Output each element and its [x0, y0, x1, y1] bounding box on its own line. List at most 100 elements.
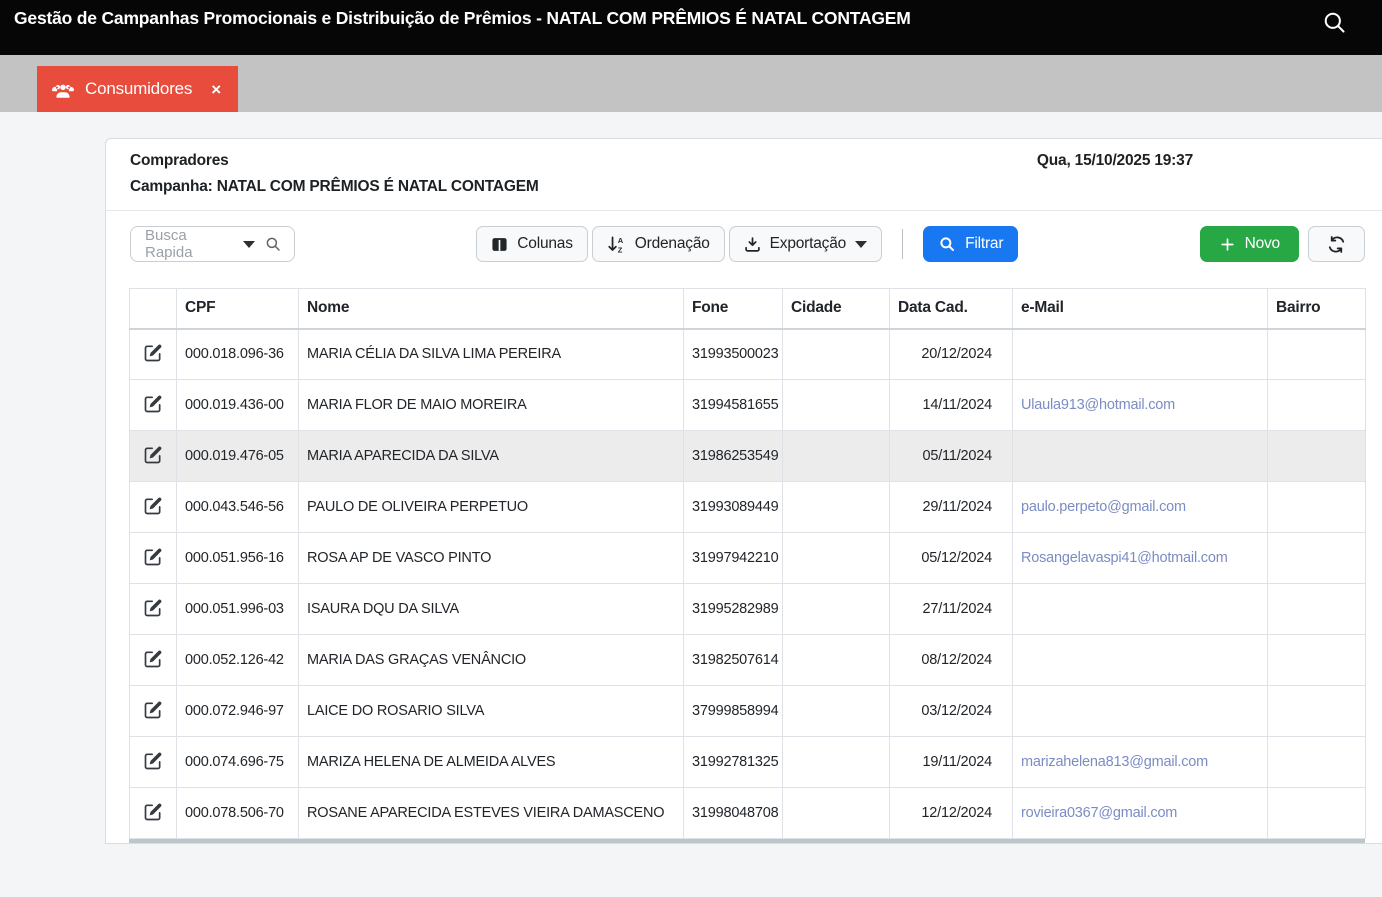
cell-cidade [783, 737, 890, 788]
edit-row-button[interactable] [141, 647, 165, 671]
cell-cpf: 000.043.546-56 [177, 482, 299, 533]
cell-cpf: 000.052.126-42 [177, 635, 299, 686]
email-link[interactable]: Ulaula913@hotmail.com [1021, 397, 1175, 413]
columns-button[interactable]: Colunas [476, 226, 587, 262]
email-link[interactable]: Rosangelavaspi41@hotmail.com [1021, 550, 1228, 566]
cell-cpf: 000.051.956-16 [177, 533, 299, 584]
cell-cidade [783, 686, 890, 737]
edit-row-button[interactable] [141, 698, 165, 722]
campaign-label: Campanha: NATAL COM PRÊMIOS É NATAL CONT… [130, 178, 539, 196]
download-icon [744, 236, 761, 253]
cell-nome: ISAURA DQU DA SILVA [299, 584, 684, 635]
new-label: Novo [1245, 235, 1280, 253]
edit-row-button[interactable] [141, 800, 165, 824]
cell-email: Rosangelavaspi41@hotmail.com [1013, 533, 1268, 584]
sort-alpha-icon: A Z [607, 235, 626, 254]
email-link[interactable]: marizahelena813@gmail.com [1021, 754, 1208, 770]
cell-cidade [783, 482, 890, 533]
cell-bairro [1268, 482, 1366, 533]
edit-row-button[interactable] [141, 494, 165, 518]
search-icon [938, 235, 956, 253]
cell-fone: 31998048708 [684, 788, 783, 839]
cell-cpf: 000.019.436-00 [177, 380, 299, 431]
toolbar-center-group: Colunas A Z Ordenação [476, 226, 1018, 262]
cell-nome: LAICE DO ROSARIO SILVA [299, 686, 684, 737]
cell-data: 19/11/2024 [890, 737, 1013, 788]
consumers-table: CPFNomeFoneCidadeData Cad.e-MailBairro 0… [129, 288, 1365, 839]
datetime-label: Qua, 15/10/2025 19:37 [1037, 152, 1193, 170]
sort-label: Ordenação [635, 235, 710, 253]
cell-nome: PAULO DE OLIVEIRA PERPETUO [299, 482, 684, 533]
filter-button[interactable]: Filtrar [923, 226, 1018, 262]
cell-data: 03/12/2024 [890, 686, 1013, 737]
email-link[interactable]: rovieira0367@gmail.com [1021, 805, 1177, 821]
export-button[interactable]: Exportação [729, 226, 882, 262]
tab-consumidores[interactable]: Consumidores × [37, 66, 238, 112]
edit-row-button[interactable] [141, 749, 165, 773]
cell-bairro [1268, 584, 1366, 635]
cell-fone: 37999858994 [684, 686, 783, 737]
app-title: Gestão de Campanhas Promocionais e Distr… [14, 8, 911, 29]
sort-button[interactable]: A Z Ordenação [592, 226, 725, 262]
content-area: Compradores Campanha: NATAL COM PRÊMIOS … [0, 112, 1382, 897]
column-header-cpf: CPF [177, 289, 299, 329]
toolbar: Busca Rapida [106, 211, 1382, 262]
table-row: 000.018.096-36MARIA CÉLIA DA SILVA LIMA … [130, 329, 1366, 380]
cell-email [1013, 635, 1268, 686]
column-header-edit [130, 289, 177, 329]
cell-edit [130, 635, 177, 686]
cell-email: paulo.perpeto@gmail.com [1013, 482, 1268, 533]
cell-email [1013, 584, 1268, 635]
edit-row-button[interactable] [141, 545, 165, 569]
panel-header: Compradores Campanha: NATAL COM PRÊMIOS … [106, 139, 1382, 211]
table-row: 000.072.946-97LAICE DO ROSARIO SILVA3799… [130, 686, 1366, 737]
cell-cidade [783, 788, 890, 839]
cell-email [1013, 329, 1268, 380]
email-link[interactable]: paulo.perpeto@gmail.com [1021, 499, 1186, 515]
new-button[interactable]: Novo [1200, 226, 1299, 262]
svg-text:A: A [617, 235, 623, 244]
refresh-button[interactable] [1308, 226, 1365, 262]
column-header-fone: Fone [684, 289, 783, 329]
header-search-icon[interactable] [1321, 9, 1348, 36]
edit-row-button[interactable] [141, 443, 165, 467]
tab-close-icon[interactable]: × [211, 81, 221, 98]
export-label: Exportação [770, 235, 846, 253]
cell-edit [130, 482, 177, 533]
cell-nome: MARIZA HELENA DE ALMEIDA ALVES [299, 737, 684, 788]
columns-icon [491, 236, 508, 253]
cell-email: marizahelena813@gmail.com [1013, 737, 1268, 788]
cell-fone: 31997942210 [684, 533, 783, 584]
svg-text:Z: Z [617, 245, 622, 254]
cell-edit [130, 686, 177, 737]
cell-email: rovieira0367@gmail.com [1013, 788, 1268, 839]
cell-data: 20/12/2024 [890, 329, 1013, 380]
cell-cpf: 000.019.476-05 [177, 431, 299, 482]
cell-edit [130, 533, 177, 584]
cell-fone: 31992781325 [684, 737, 783, 788]
table-row: 000.078.506-70ROSANE APARECIDA ESTEVES V… [130, 788, 1366, 839]
cell-edit [130, 380, 177, 431]
toolbar-divider [902, 229, 903, 259]
cell-email [1013, 431, 1268, 482]
column-header-bairro: Bairro [1268, 289, 1366, 329]
cell-nome: MARIA CÉLIA DA SILVA LIMA PEREIRA [299, 329, 684, 380]
cell-fone: 31993089449 [684, 482, 783, 533]
cell-data: 05/11/2024 [890, 431, 1013, 482]
quick-search-label: Busca Rapida [145, 227, 234, 261]
cell-cpf: 000.078.506-70 [177, 788, 299, 839]
cell-bairro [1268, 380, 1366, 431]
edit-row-button[interactable] [141, 392, 165, 416]
cell-cidade [783, 584, 890, 635]
edit-row-button[interactable] [141, 596, 165, 620]
table-row: 000.019.476-05MARIA APARECIDA DA SILVA31… [130, 431, 1366, 482]
cell-nome: MARIA FLOR DE MAIO MOREIRA [299, 380, 684, 431]
toolbar-right-group: Novo [1200, 226, 1365, 262]
table-header-row: CPFNomeFoneCidadeData Cad.e-MailBairro [130, 289, 1366, 329]
cell-edit [130, 737, 177, 788]
quick-search-input[interactable]: Busca Rapida [130, 226, 295, 262]
plus-icon [1219, 236, 1236, 253]
edit-row-button[interactable] [141, 341, 165, 365]
cell-edit [130, 788, 177, 839]
cell-data: 27/11/2024 [890, 584, 1013, 635]
